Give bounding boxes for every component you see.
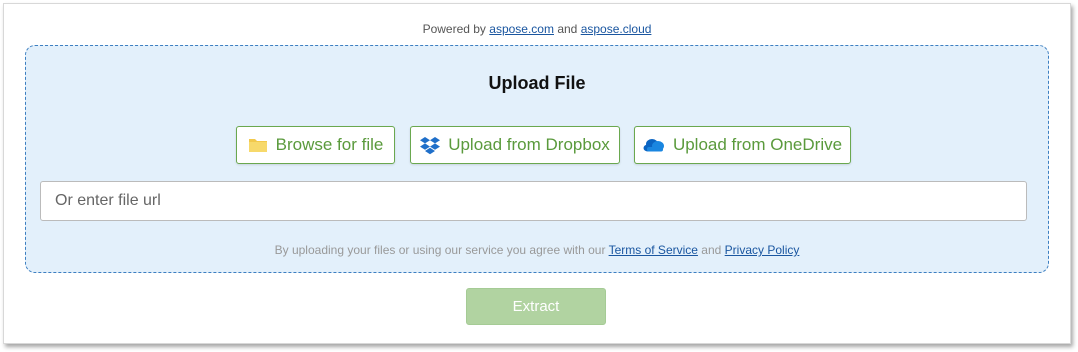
terms-conj: and xyxy=(701,243,722,257)
terms-prefix: By uploading your files or using our ser… xyxy=(274,243,606,257)
powered-by-conj: and xyxy=(557,22,578,36)
privacy-policy-link[interactable]: Privacy Policy xyxy=(725,243,800,257)
aspose-com-link[interactable]: aspose.com xyxy=(489,22,554,36)
page-frame: Powered by aspose.com and aspose.cloud U… xyxy=(3,3,1071,344)
browse-file-label: Browse for file xyxy=(275,135,384,154)
terms-of-service-link[interactable]: Terms of Service xyxy=(609,243,698,257)
powered-by-line: Powered by aspose.com and aspose.cloud xyxy=(4,22,1070,36)
onedrive-icon xyxy=(643,138,665,152)
folder-icon xyxy=(248,137,268,153)
upload-onedrive-button[interactable]: Upload from OneDrive xyxy=(634,126,851,164)
upload-title: Upload File xyxy=(488,73,586,93)
extract-button[interactable]: Extract xyxy=(466,288,606,325)
dropbox-icon xyxy=(420,136,441,155)
upload-onedrive-label: Upload from OneDrive xyxy=(672,135,843,154)
upload-dropzone[interactable]: Upload File Browse for file Upload from … xyxy=(25,45,1049,273)
aspose-cloud-link[interactable]: aspose.cloud xyxy=(581,22,652,36)
browse-file-button[interactable]: Browse for file xyxy=(236,126,395,164)
terms-notice: By uploading your files or using our ser… xyxy=(26,243,1048,257)
upload-dropbox-label: Upload from Dropbox xyxy=(448,135,610,154)
file-url-input[interactable] xyxy=(40,181,1027,221)
powered-by-prefix: Powered by xyxy=(422,22,486,36)
upload-dropbox-button[interactable]: Upload from Dropbox xyxy=(410,126,620,164)
